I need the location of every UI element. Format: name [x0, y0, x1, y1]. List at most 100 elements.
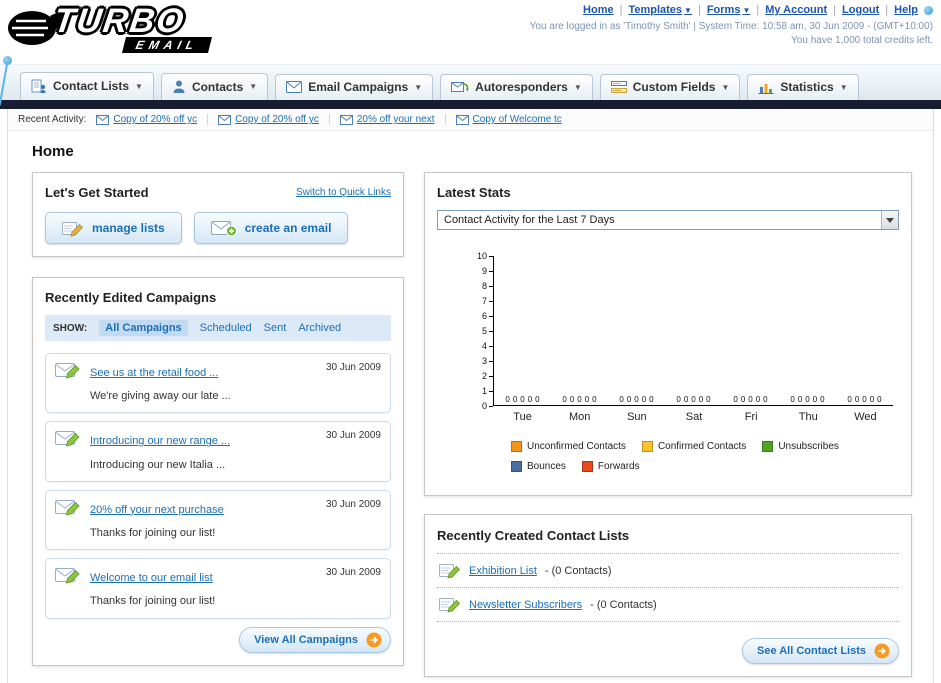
recent-activity-bar: Recent Activity: Copy of 20% off yc Copy… [8, 109, 933, 131]
top-link-templates[interactable]: Templates ▼ [628, 4, 692, 16]
campaigns-panel-title: Recently Edited Campaigns [45, 290, 217, 305]
switch-quick-links-link[interactable]: Switch to Quick Links [296, 187, 391, 198]
activity-link[interactable]: Copy of 20% off yc [235, 114, 319, 125]
top-link-logout[interactable]: Logout [842, 4, 879, 16]
top-header: TURBO EMAIL Home | Templates ▼ | Forms ▼ | My… [0, 0, 941, 106]
legend-label: Forwards [597, 461, 640, 472]
tab-label: Contact Lists [53, 79, 130, 93]
contact-list-count: - (0 Contacts) [590, 598, 657, 611]
top-link-help[interactable]: Help [894, 4, 918, 16]
contact-list-link[interactable]: Exhibition List [469, 565, 537, 577]
bar-value-label: 0 [649, 395, 654, 404]
top-link-forms[interactable]: Forms ▼ [707, 4, 751, 16]
create-email-button[interactable]: create an email [193, 212, 349, 244]
filter-scheduled[interactable]: Scheduled [200, 322, 252, 334]
activity-link[interactable]: Copy of Welcome tc [473, 114, 562, 125]
envelope-pencil-icon [55, 363, 80, 379]
tab-autoresponders[interactable]: Autoresponders ▼ [440, 74, 593, 100]
chart-x-labels: Tue Mon Sun Sat Fri Thu Wed [494, 406, 894, 423]
campaign-row[interactable]: Welcome to our email list Thanks for joi… [45, 558, 391, 619]
x-axis-category-label: Sat [685, 411, 703, 423]
bar-value-label: 0 [520, 395, 525, 404]
campaign-title-link[interactable]: Introducing our new range ... [90, 435, 230, 447]
legend-item: Bounces [511, 461, 566, 472]
campaign-title-link[interactable]: 20% off your next purchase [90, 504, 224, 516]
main-content: Home Let's Get Started Switch to Quick L… [8, 131, 933, 683]
campaigns-filter-bar: SHOW: All Campaigns Scheduled Sent Archi… [45, 315, 391, 341]
top-link-home[interactable]: Home [583, 4, 614, 16]
activity-link[interactable]: 20% off your next [357, 114, 435, 125]
y-axis-tick-label: 9 [482, 266, 493, 276]
filter-archived[interactable]: Archived [298, 322, 341, 334]
contact-list-link[interactable]: Newsletter Subscribers [469, 599, 582, 611]
link-separator: | [885, 4, 889, 16]
page-title: Home [32, 143, 74, 160]
campaign-row[interactable]: 20% off your next purchase Thanks for jo… [45, 489, 391, 551]
tab-label: Contacts [191, 79, 244, 94]
tab-custom-fields[interactable]: Custom Fields ▼ [599, 74, 741, 100]
view-all-campaigns-button[interactable]: View All Campaigns [239, 626, 391, 653]
dropdown-arrow-button[interactable] [881, 211, 898, 229]
bar-value-label: 0 [740, 395, 746, 404]
bar-value-label: 0 [641, 395, 647, 404]
filter-sent[interactable]: Sent [264, 322, 287, 334]
tab-email-campaigns[interactable]: Email Campaigns ▼ [275, 74, 434, 100]
legend-color-swatch [581, 461, 593, 472]
campaign-title-link[interactable]: Welcome to our email list [90, 572, 213, 584]
bar-value-label: 0 [691, 395, 696, 404]
activity-link[interactable]: Copy of 20% off yc [113, 114, 197, 125]
get-started-panel: Let's Get Started Switch to Quick Links … [32, 172, 404, 257]
turbo-email-logo[interactable]: TURBO EMAIL [6, 2, 213, 53]
bar-value-label: 0 [626, 395, 632, 404]
x-axis-category-label: Sun [627, 411, 647, 423]
bar-value-label: 0 [877, 395, 882, 404]
bar-value-label: 0 [797, 395, 803, 404]
right-column: Latest Stats Contact Activity for the La… [424, 172, 912, 677]
link-separator: | [697, 4, 701, 16]
legend-label: Unconfirmed Contacts [527, 441, 626, 452]
campaign-row[interactable]: See us at the retail food ... We're givi… [45, 353, 391, 414]
get-started-title: Let's Get Started [45, 185, 149, 200]
main-nav-tabbar: Contact Lists ▼ Contacts ▼ Email Campaigns… [0, 64, 941, 100]
recent-contact-lists-panel: Recently Created Contact Lists Exhibitio… [424, 514, 912, 677]
filter-all-campaigns[interactable]: All Campaigns [99, 320, 188, 336]
tab-contacts[interactable]: Contacts ▼ [160, 73, 269, 100]
chevron-down-icon: ▼ [249, 82, 258, 91]
legend-color-swatch [511, 441, 522, 452]
bar-value-label: 0 [683, 395, 689, 404]
chart-legend: Unconfirmed Contacts Confirmed Contacts Un… [511, 441, 891, 481]
bar-value-label: 0 [512, 395, 518, 404]
manage-lists-button[interactable]: manage lists [45, 212, 182, 244]
contact-list-item[interactable]: Exhibition List - (0 Contacts) [437, 554, 899, 588]
bar-value-label: 0 [805, 395, 810, 404]
top-link-my-account[interactable]: My Account [765, 4, 827, 16]
see-all-contact-lists-button[interactable]: See All Contact Lists [741, 638, 899, 664]
recent-activity-item[interactable]: 20% off your next [339, 114, 446, 125]
recent-activity-label: Recent Activity: [18, 114, 87, 125]
live-help-icon[interactable] [924, 5, 933, 15]
contact-list-item[interactable]: Newsletter Subscribers - (0 Contacts) [437, 588, 899, 622]
campaign-date: 30 Jun 2009 [325, 498, 381, 510]
tab-label: Custom Fields [632, 80, 716, 94]
campaign-title-link[interactable]: See us at the retail food ... [90, 367, 218, 379]
x-axis-category-label: Tue [513, 411, 532, 423]
contact-lists-title: Recently Created Contact Lists [437, 528, 630, 543]
logo-turbo-text: TURBO [51, 2, 188, 40]
bar-value-label: 0 [733, 395, 738, 404]
show-label: SHOW: [53, 322, 88, 334]
legend-label: Confirmed Contacts [657, 441, 747, 452]
y-axis-tick-label: 3 [482, 356, 493, 366]
envelope-icon [96, 114, 110, 125]
bar-value-label: 0 [505, 395, 510, 404]
bar-value-label: 0 [755, 395, 761, 404]
envelope-pencil-icon [55, 431, 80, 447]
stats-period-dropdown[interactable]: Contact Activity for the Last 7 Days [437, 210, 899, 230]
recent-activity-item[interactable]: Copy of Welcome tc [455, 114, 572, 125]
campaign-row[interactable]: Introducing our new range ... Introducin… [45, 421, 391, 482]
tab-statistics[interactable]: Statistics ▼ [747, 74, 859, 100]
recent-activity-item[interactable]: Copy of 20% off yc [218, 114, 330, 125]
recent-activity-item[interactable]: Copy of 20% off yc [96, 114, 209, 125]
tab-contact-lists[interactable]: Contact Lists ▼ [20, 72, 154, 100]
bar-value-label: 0 [820, 395, 825, 404]
tab-label: Autoresponders [475, 80, 568, 94]
